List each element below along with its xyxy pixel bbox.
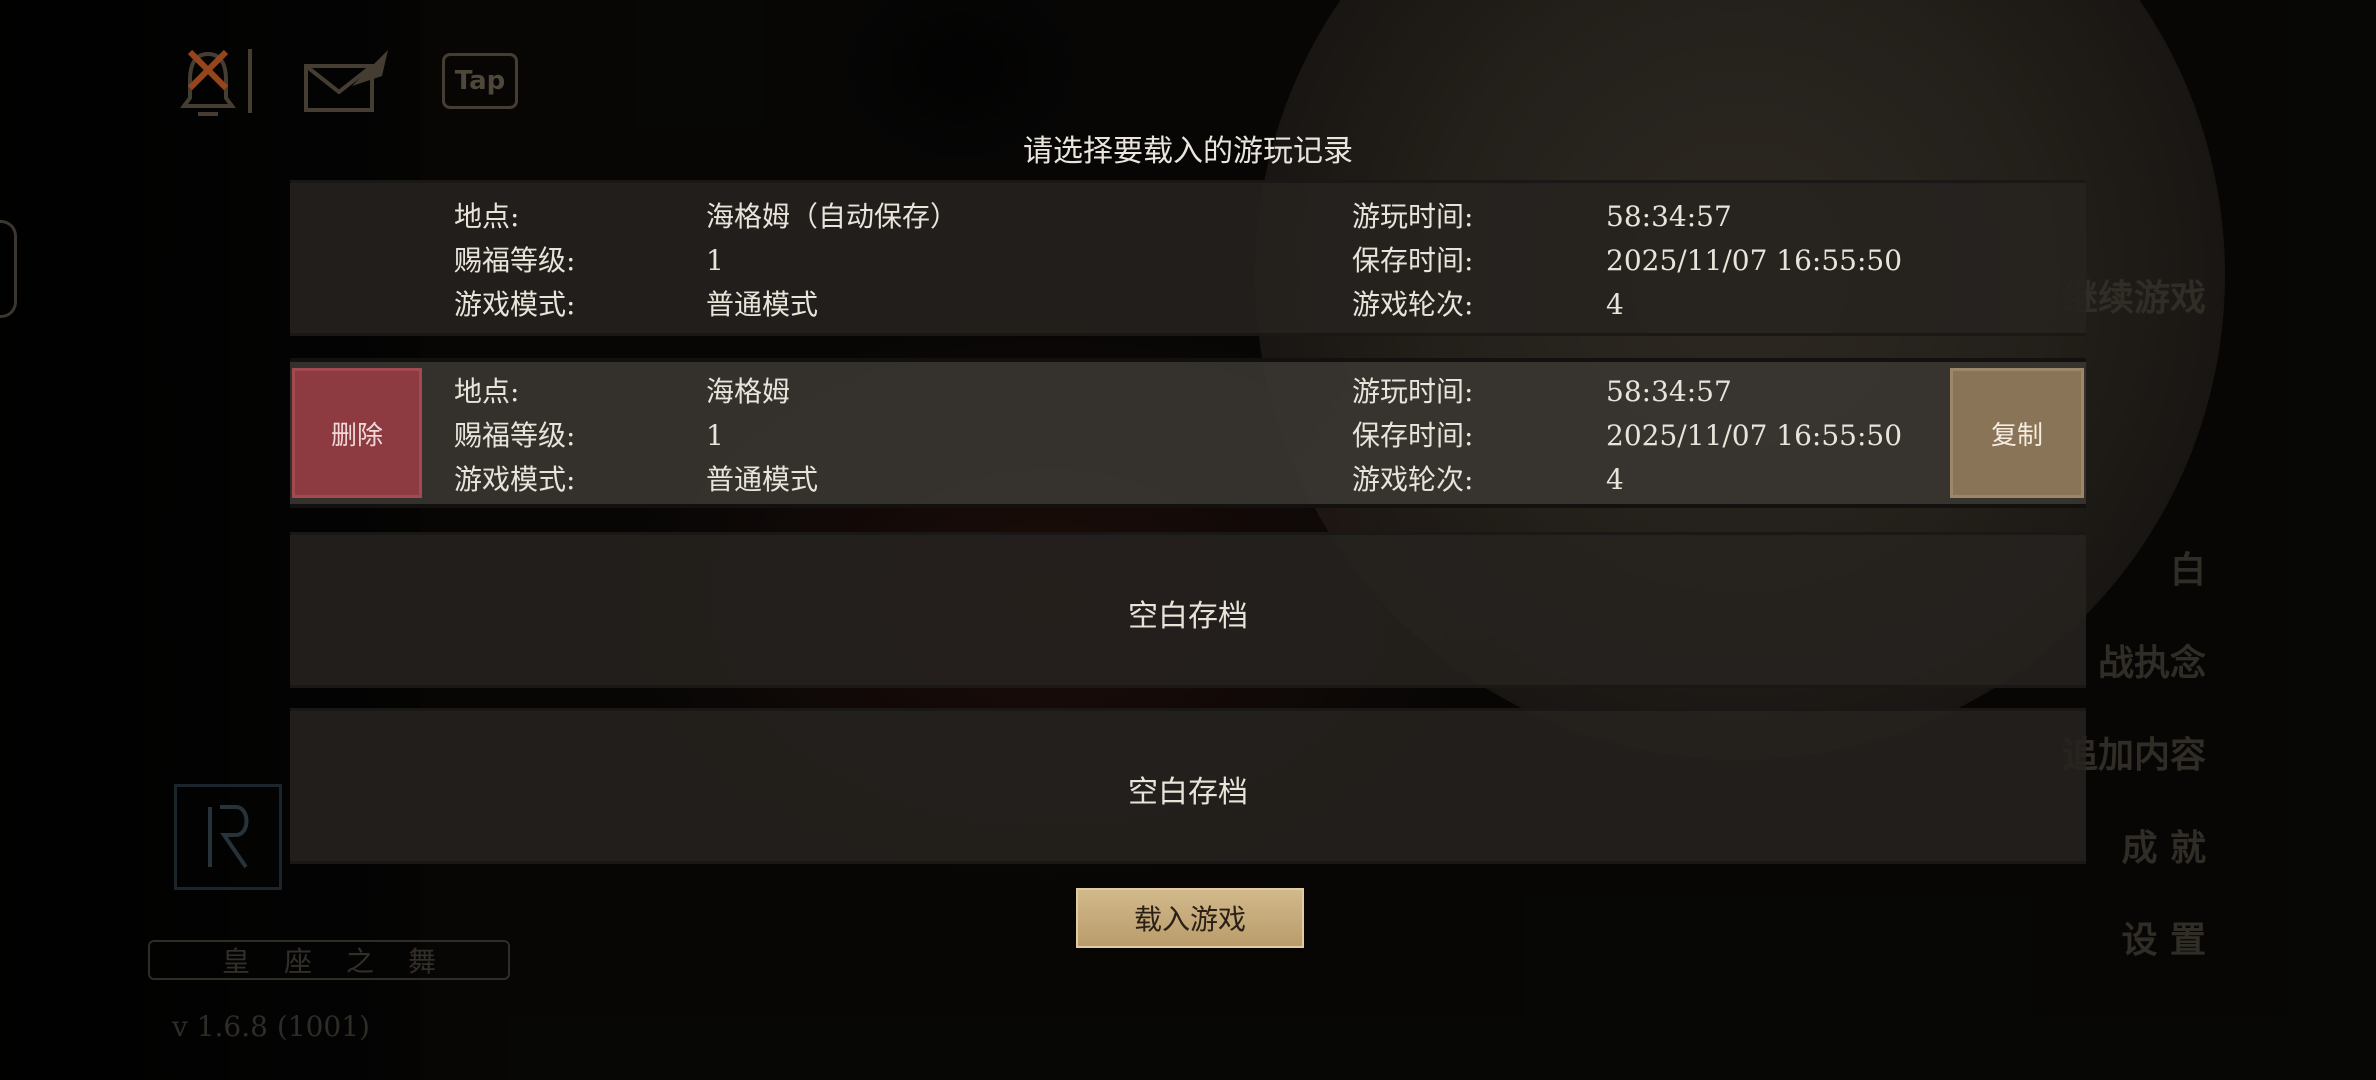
level-value: 1: [706, 419, 724, 452]
delete-button[interactable]: 删除: [292, 368, 422, 498]
location-label: 地点:: [454, 200, 520, 233]
load-game-button[interactable]: 载入游戏: [1076, 888, 1304, 948]
savetime-value: 2025/11/07 16:55:50: [1606, 244, 1903, 277]
location-value: 海格姆（自动保存）: [706, 200, 959, 233]
mode-label: 游戏模式:: [454, 288, 576, 321]
load-prompt: 请选择要载入的游玩记录: [1023, 134, 1353, 169]
mode-value: 普通模式: [706, 463, 819, 496]
save-slot-empty-2[interactable]: 空白存档: [290, 708, 2086, 864]
empty-slot-label: 空白存档: [1128, 599, 1248, 634]
playtime-label: 游玩时间:: [1352, 375, 1474, 408]
location-label: 地点:: [454, 375, 520, 408]
copy-button[interactable]: 复制: [1950, 368, 2084, 498]
round-value: 4: [1606, 463, 1624, 496]
level-label: 赐福等级:: [454, 244, 576, 277]
savetime-label: 保存时间:: [1352, 419, 1474, 452]
playtime-value: 58:34:57: [1606, 375, 1732, 408]
round-value: 4: [1606, 288, 1624, 321]
mode-label: 游戏模式:: [454, 463, 576, 496]
savetime-label: 保存时间:: [1352, 244, 1474, 277]
round-label: 游戏轮次:: [1352, 288, 1474, 321]
empty-slot-label: 空白存档: [1128, 775, 1248, 810]
savetime-value: 2025/11/07 16:55:50: [1606, 419, 1903, 452]
playtime-label: 游玩时间:: [1352, 200, 1474, 233]
level-label: 赐福等级:: [454, 419, 576, 452]
save-slot-selected[interactable]: 地点: 赐福等级: 游戏模式: 海格姆 1 普通模式 游玩时间: 保存时间: 游…: [290, 358, 2086, 508]
save-slot-autosave[interactable]: 地点: 赐福等级: 游戏模式: 海格姆（自动保存） 1 普通模式 游玩时间: 保…: [290, 180, 2086, 336]
save-slot-empty-1[interactable]: 空白存档: [290, 532, 2086, 688]
level-value: 1: [706, 244, 724, 277]
mode-value: 普通模式: [706, 288, 819, 321]
playtime-value: 58:34:57: [1606, 200, 1732, 233]
location-value: 海格姆: [706, 375, 791, 408]
round-label: 游戏轮次:: [1352, 463, 1474, 496]
